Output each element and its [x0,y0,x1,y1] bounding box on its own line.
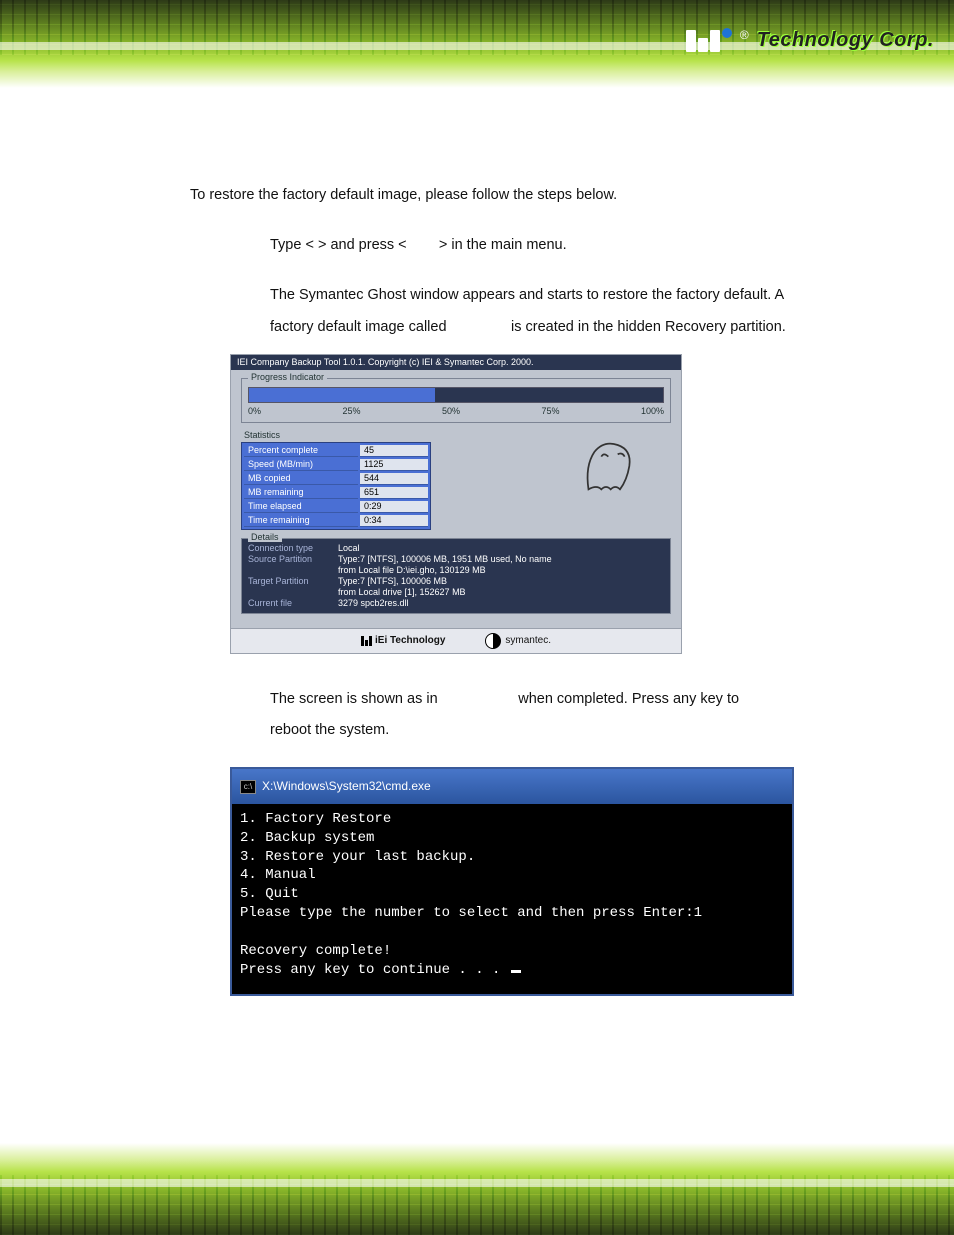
footer-texture [0,1175,954,1235]
step3-part-b: when completed. Press any key to [518,691,739,707]
step-3: The screen is shown as in when completed… [270,684,864,748]
table-row: from Local drive [1], 152627 MB [248,587,664,598]
table-row: Time remaining0:34 [244,515,428,527]
yin-yang-icon [485,633,501,649]
ghost-footer-iei-text: iEi Technology [375,636,445,646]
ghost-mascot-icon [571,431,641,501]
tick-0: 0% [248,407,261,416]
table-row: MB copied544 [244,473,428,485]
table-row: Current file3279 spcb2res.dll [248,598,664,609]
ghost-progress-ticks: 0% 25% 50% 75% 100% [248,407,664,416]
ghost-titlebar: IEI Company Backup Tool 1.0.1. Copyright… [231,355,681,370]
step2-line2b: is created in the hidden Recovery partit… [511,319,786,335]
tick-25: 25% [342,407,360,416]
ghost-footer-symantec-logo: symantec. [485,633,551,649]
step-2: The Symantec Ghost window appears and st… [270,280,864,344]
page-footer-band [0,1120,954,1235]
cmd-output: 1. Factory Restore 2. Backup system 3. R… [232,804,792,994]
ghost-progress-group: Progress Indicator 0% 25% 50% 75% 100% [241,378,671,423]
cmd-screenshot: c:\ X:\Windows\System32\cmd.exe 1. Facto… [230,767,794,995]
tick-50: 50% [442,407,460,416]
table-row: Percent complete45 [244,445,428,457]
step3-part-c: reboot the system. [270,715,864,747]
document-body: To restore the factory default image, pl… [0,110,954,996]
intro-text: To restore the factory default image, pl… [190,180,864,212]
step2-line2a: factory default image called [270,319,447,335]
step1-part-b: > and press < [318,237,407,253]
brand-logo: ® Technology Corp. [686,28,934,52]
ghost-details-group: Details Connection typeLocal Source Part… [241,538,671,614]
ghost-stats-table: Percent complete45 Speed (MB/min)1125 MB… [241,442,431,530]
table-row: Source PartitionType:7 [NTFS], 100006 MB… [248,554,664,565]
brand-text: Technology Corp. [757,29,934,52]
step3-part-a: The screen is shown as in [270,691,438,707]
step2-line1: The Symantec Ghost window appears and st… [270,280,864,312]
cmd-cursor [511,970,521,973]
ghost-stats-group: Statistics Percent complete45 Speed (MB/… [241,431,431,530]
ghost-stats-label: Statistics [241,431,431,440]
page-header-band: ® Technology Corp. [0,0,954,110]
ghost-details-label: Details [248,533,282,542]
table-row: Time elapsed0:29 [244,501,428,513]
registered-mark: ® [740,28,749,42]
ghost-footer: iEi Technology symantec. [231,628,681,653]
ghost-progress-label: Progress Indicator [248,373,327,382]
cmd-icon: c:\ [240,780,256,794]
tick-75: 75% [541,407,559,416]
table-row: MB remaining651 [244,487,428,499]
table-row: from Local file D:\iei.gho, 130129 MB [248,565,664,576]
table-row: Target PartitionType:7 [NTFS], 100006 MB [248,576,664,587]
cmd-titlebar: c:\ X:\Windows\System32\cmd.exe [232,769,792,803]
step-1: Type < > and press < > in the main menu. [270,230,864,262]
ghost-progress-bar [248,387,664,403]
ghost-footer-symantec-text: symantec. [505,636,551,646]
tick-100: 100% [641,407,664,416]
ghost-screenshot: IEI Company Backup Tool 1.0.1. Copyright… [230,354,682,654]
cmd-title-text: X:\Windows\System32\cmd.exe [262,773,431,799]
ghost-footer-iei-logo: iEi Technology [361,636,445,646]
iei-logo-icon [686,28,732,52]
cmd-lines: 1. Factory Restore 2. Backup system 3. R… [240,811,702,978]
step1-part-a: Type < [270,237,314,253]
table-row: Connection typeLocal [248,543,664,554]
step1-part-c: > in the main menu. [439,237,567,253]
table-row: Speed (MB/min)1125 [244,459,428,471]
